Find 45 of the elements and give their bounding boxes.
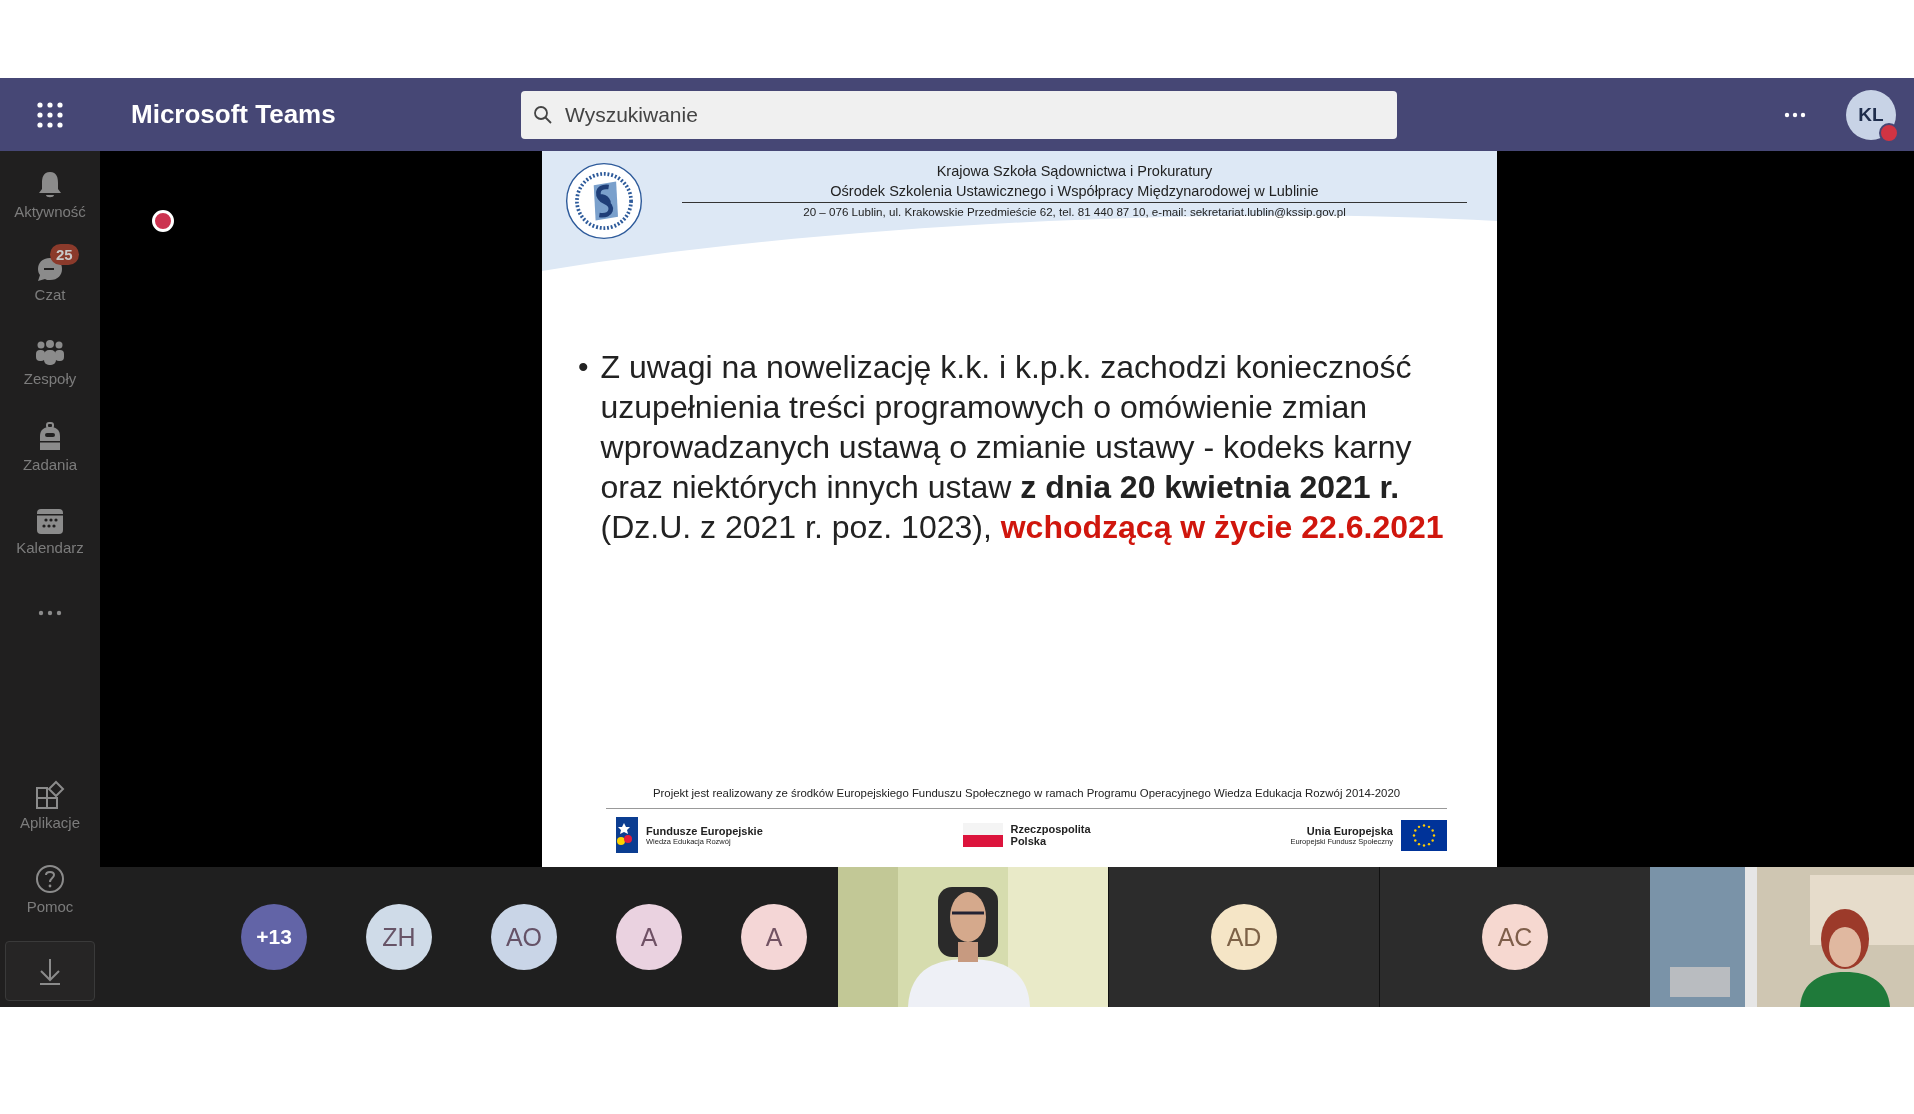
participant-avatar: AD [1211,904,1277,970]
participant-avatar: AC [1482,904,1548,970]
bell-icon [37,170,63,199]
logo-title: Unia Europejska [1306,824,1393,837]
participant-tile[interactable]: AC [1379,867,1650,1007]
participant-avatar[interactable]: A [616,904,682,970]
help-icon [35,863,65,894]
bullet: • [578,349,589,385]
sidebar-item[interactable]: 25 Czat [2,237,98,321]
app-launcher-icon[interactable] [37,101,63,128]
account-avatar[interactable]: KL [1846,89,1896,140]
more-icon [38,610,62,616]
participant-avatar[interactable]: AO [491,904,557,970]
participant-avatar[interactable]: A [741,904,807,970]
download-button[interactable] [5,941,95,1001]
logo-title: Fundusze Europejskie [646,824,763,837]
unread-badge: 25 [50,243,79,265]
slide-paragraph: Z uwagi na nowelizację k.k. i k.p.k. zachodzi konieczność uzupełnienia treści programowych o omówienie zmian wprowadzanych ustawą o zmianie ustawy - kodeks karny oraz niektórych innych ustaw z dnia 20 kwietnia 2021 r. (Dz.U. z 2021 r. poz. 1023), wchodzącą w życie 22.6.2021 [600,348,1445,547]
more-icon[interactable] [1784,111,1806,118]
recording-icon [152,210,174,232]
sidebar-item[interactable]: Aktywność [2,153,98,237]
logo-title: Rzeczpospolita Polska [1010,823,1091,847]
star-flag-icon [616,817,638,853]
participant-avatar[interactable]: ZH [366,904,432,970]
more-participants-avatar[interactable]: +13 [241,904,307,970]
search-field[interactable]: Wyszukiwanie [521,90,1397,139]
star-flag-icon [1401,819,1447,851]
flag-icon [962,823,1003,847]
sidebar-item[interactable]: Kalendarz [2,489,98,573]
backpack-icon [38,421,62,452]
status-icon [1879,122,1899,143]
sidebar-item[interactable]: Pomoc [2,847,98,931]
calendar-icon [36,506,64,535]
participant-tile[interactable]: AD [1108,867,1379,1007]
people-icon [35,339,65,366]
sidebar-item[interactable]: Aplikacje [2,763,98,847]
funding-note: Projekt jest realizowany ze środków Europejskiego Funduszu Społecznego w ramach Programu Operacyjnego Wiedza Edukacja Rozwój 2014-2020 [652,787,1401,799]
app-title: Microsoft Teams [131,99,337,130]
institution-name: Krajowa Szkoła Sądownictwa i Prokuratury [936,162,1213,181]
apps-icon [35,779,65,810]
download-icon [38,957,62,985]
sidebar-item[interactable]: Zadania [2,405,98,489]
institution-name: Ośrodek Szkolenia Ustawicznego i Współpracy Międzynarodowej w Lublinie [830,182,1319,201]
sidebar-item[interactable]: Zespoły [2,321,98,405]
address-text: 20 – 076 Lublin, ul. Krakowskie Przedmieście 62, tel. 81 440 87 10, e-mail: sekretariat.lublin@kssip.gov.pl [803,205,1346,218]
